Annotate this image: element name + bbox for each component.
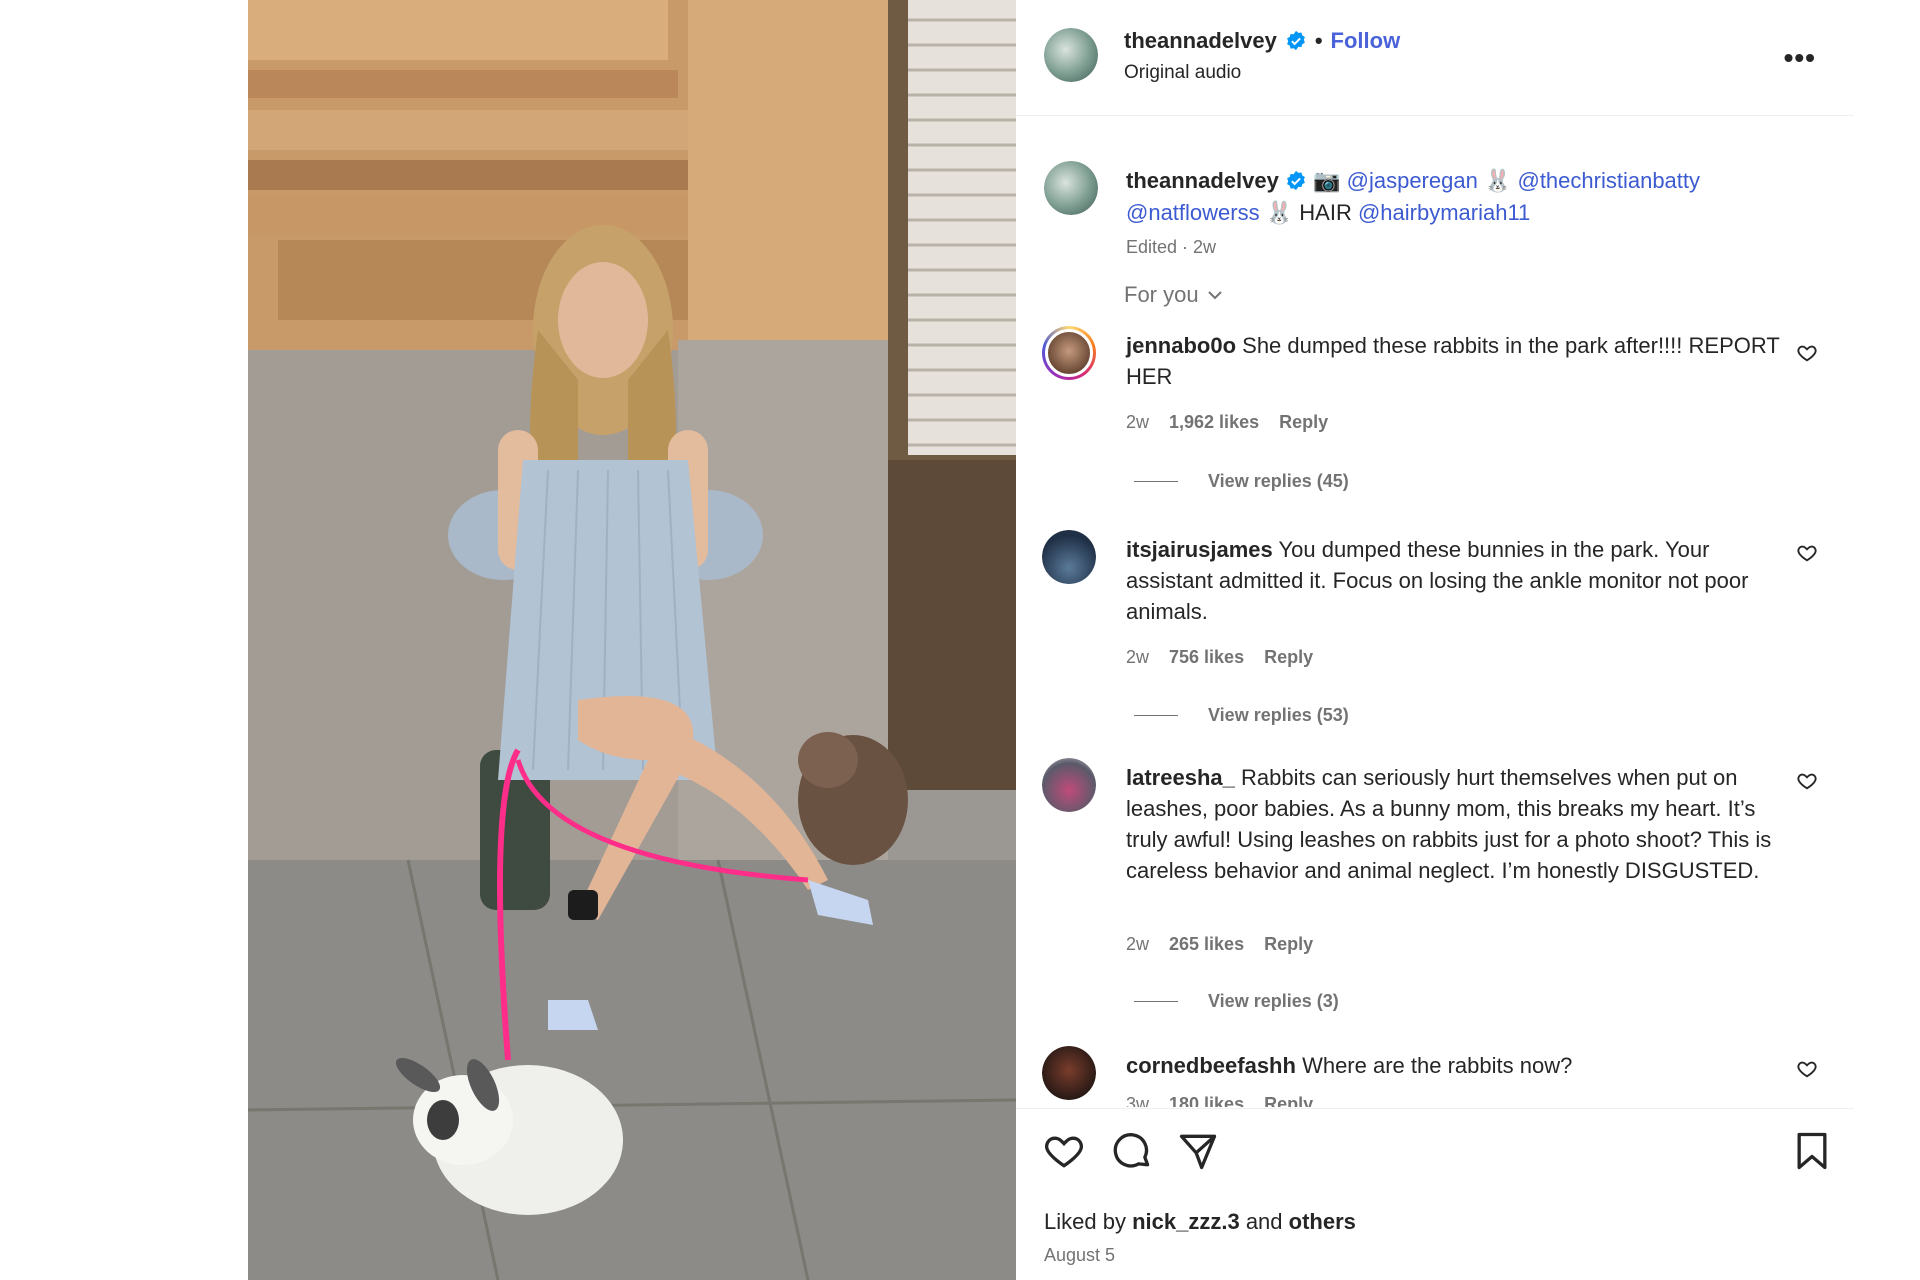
comment-text: itsjairusjames You dumped these bunnies …	[1126, 534, 1786, 627]
liked-prefix: Liked by	[1044, 1209, 1126, 1234]
comment-likes[interactable]: 1,962 likes	[1169, 412, 1259, 433]
comments-area[interactable]: theannadelvey 📷 @jasperegan 🐰 @thechrist…	[1016, 117, 1854, 1107]
liked-user[interactable]: nick_zzz.3	[1132, 1209, 1240, 1234]
comment-text: cornedbeefashh Where are the rabbits now…	[1126, 1050, 1786, 1081]
caption-avatar[interactable]	[1044, 161, 1098, 215]
author-avatar[interactable]	[1044, 28, 1098, 82]
reply-button[interactable]: Reply	[1264, 1094, 1313, 1107]
caption-text: theannadelvey 📷 @jasperegan 🐰 @thechrist…	[1126, 165, 1766, 229]
liked-by-summary[interactable]: Liked by nick_zzz.3 and others	[1044, 1209, 1356, 1235]
comment-likes[interactable]: 180 likes	[1169, 1094, 1244, 1107]
mention-link[interactable]: @hairbymariah11	[1358, 200, 1530, 225]
reply-button[interactable]: Reply	[1264, 647, 1313, 668]
hair-label: HAIR	[1299, 200, 1352, 225]
liked-and: and	[1245, 1209, 1283, 1234]
more-options-icon[interactable]: •••	[1784, 42, 1816, 74]
comment-likes[interactable]: 756 likes	[1169, 647, 1244, 668]
sort-dropdown[interactable]: For you	[1124, 282, 1225, 308]
commenter-avatar[interactable]	[1042, 530, 1096, 584]
post-date: August 5	[1044, 1245, 1116, 1265]
caption-username[interactable]: theannadelvey	[1126, 168, 1279, 193]
view-replies-label: View replies (45)	[1208, 471, 1349, 491]
comment-like-icon[interactable]	[1796, 770, 1818, 792]
comment-like-icon[interactable]	[1796, 542, 1818, 564]
caption-meta: Edited · 2w	[1126, 237, 1217, 257]
share-icon[interactable]	[1176, 1129, 1220, 1173]
comment-meta: 3w 180 likes Reply	[1126, 1094, 1313, 1107]
verified-badge-icon	[1285, 30, 1307, 52]
chevron-down-icon	[1207, 291, 1222, 300]
commenter-avatar[interactable]	[1042, 1046, 1096, 1100]
comment-text: latreesha_ Rabbits can seriously hurt th…	[1126, 762, 1786, 886]
post-panel: theannadelvey • Follow Original audio ••…	[1016, 0, 1854, 1280]
comment-meta: 2w 756 likes Reply	[1126, 647, 1313, 668]
sort-label: For you	[1124, 282, 1199, 307]
view-replies-button[interactable]: View replies (45)	[1134, 471, 1349, 492]
comment-body: Where are the rabbits now?	[1302, 1053, 1573, 1078]
like-icon[interactable]	[1042, 1129, 1086, 1173]
comment-age: 2w	[1126, 412, 1150, 432]
bookmark-icon[interactable]	[1790, 1129, 1834, 1173]
comment-age: 2w	[1126, 647, 1150, 667]
view-replies-label: View replies (53)	[1208, 705, 1349, 725]
bunny-emoji: 🐰	[1483, 168, 1512, 193]
liked-others[interactable]: others	[1289, 1209, 1356, 1234]
mention-link[interactable]: @natflowerss	[1126, 200, 1260, 225]
audio-label[interactable]: Original audio	[1124, 62, 1241, 84]
comment-like-icon[interactable]	[1796, 342, 1818, 364]
view-replies-button[interactable]: View replies (3)	[1134, 991, 1339, 1012]
post-actions: Liked by nick_zzz.3 and others August 5	[1016, 1108, 1854, 1280]
reply-button[interactable]: Reply	[1279, 412, 1328, 433]
commenter-username[interactable]: cornedbeefashh	[1126, 1053, 1296, 1078]
post-photo	[248, 0, 1016, 1280]
commenter-avatar[interactable]	[1042, 758, 1096, 812]
comment-age: 3w	[1126, 1094, 1150, 1107]
commenter-username[interactable]: latreesha_	[1126, 765, 1235, 790]
commenter-avatar[interactable]	[1042, 326, 1096, 380]
view-replies-label: View replies (3)	[1208, 991, 1339, 1011]
post-header: theannadelvey • Follow Original audio ••…	[1016, 0, 1854, 116]
commenter-username[interactable]: jennabo0o	[1126, 333, 1236, 358]
comment-likes[interactable]: 265 likes	[1169, 934, 1244, 955]
comment-meta: 2w 1,962 likes Reply	[1126, 412, 1328, 433]
camera-emoji: 📷	[1313, 168, 1341, 193]
separator-dot: •	[1314, 28, 1323, 53]
reply-button[interactable]: Reply	[1264, 934, 1313, 955]
replies-divider	[1134, 1001, 1178, 1002]
view-replies-button[interactable]: View replies (53)	[1134, 705, 1349, 726]
comment-text: jennabo0o She dumped these rabbits in th…	[1126, 330, 1786, 392]
comment-icon[interactable]	[1110, 1129, 1154, 1173]
mention-link[interactable]: @thechristianbatty	[1517, 168, 1700, 193]
bunny-emoji: 🐰	[1265, 200, 1294, 225]
mention-link[interactable]: @jasperegan	[1347, 168, 1478, 193]
verified-badge-icon	[1285, 170, 1307, 192]
commenter-username[interactable]: itsjairusjames	[1126, 537, 1273, 562]
comment-meta: 2w 265 likes Reply	[1126, 934, 1313, 955]
replies-divider	[1134, 481, 1178, 482]
author-username[interactable]: theannadelvey	[1124, 28, 1277, 54]
comment-like-icon[interactable]	[1796, 1058, 1818, 1080]
post-media[interactable]	[248, 0, 1016, 1280]
replies-divider	[1134, 715, 1178, 716]
comment-age: 2w	[1126, 934, 1150, 954]
follow-button[interactable]: Follow	[1331, 28, 1401, 54]
